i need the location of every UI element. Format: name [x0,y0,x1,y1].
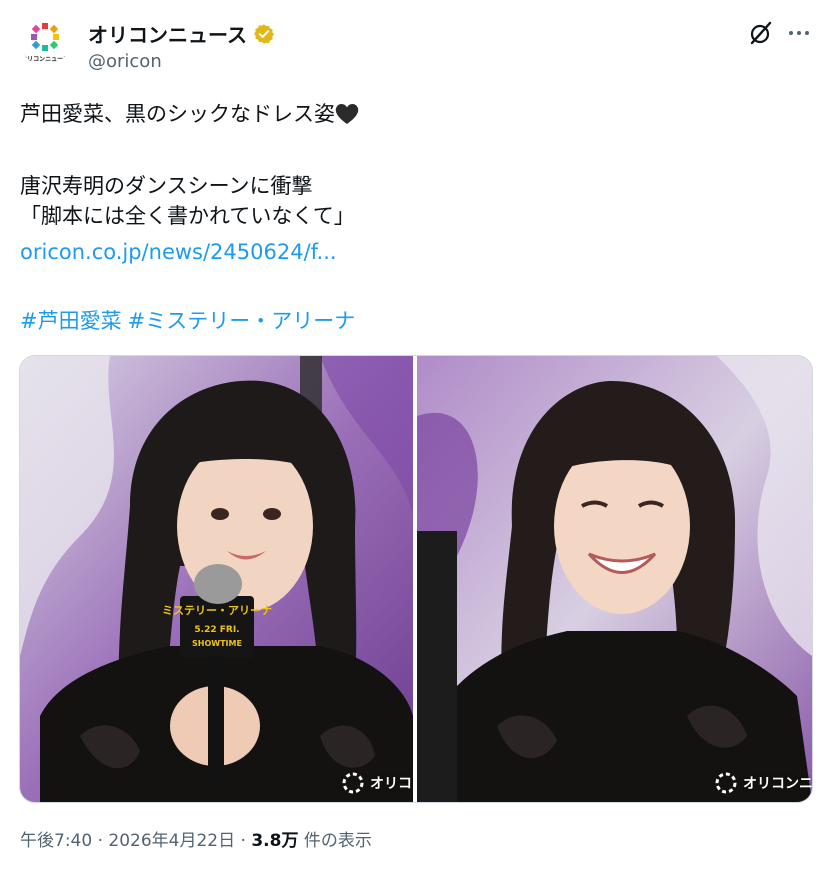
tweet-date[interactable]: 2026年4月22日 [108,831,235,851]
more-icon[interactable] [786,20,812,46]
account-handle[interactable]: @oricon [88,51,162,72]
mic-flag-sub: SHOWTIME [192,639,242,648]
grok-icon[interactable] [748,20,774,46]
photo-left-image: ミステリー・アリーナ 5.22 FRI. SHOWTIME [20,356,413,802]
oricon-watermark-icon [342,772,364,794]
avatar-caption: オリコンニュース [21,56,69,63]
tweet-text-line-2: 唐沢寿明のダンスシーンに衝撃 [20,174,313,198]
verified-badge-icon[interactable] [253,23,275,45]
oricon-watermark-icon [715,772,737,794]
watermark-right-text: オリコンニュー [743,776,812,792]
photo-right[interactable]: オリコンニュー [417,356,812,802]
tweet-headline: 芦田愛菜、黒のシックなドレス姿 [20,102,335,126]
watermark-left: オリコ [342,772,412,794]
watermark-right: オリコンニュー [715,772,812,794]
display-name[interactable]: オリコンニュース [88,19,275,48]
display-name-text[interactable]: オリコンニュース [88,19,247,48]
avatar[interactable]: オリコンニュース [20,16,70,66]
tweet-meta: 午後7:40 · 2026年4月22日 · 3.8万 件の表示 [20,826,372,851]
tweet: オリコンニュース オリコンニュース @oricon 芦田愛菜、黒のシックなドレス… [0,0,829,873]
mic-flag-date: 5.22 FRI. [194,625,239,635]
tweet-text-line-3: 「脚本には全く書かれていなくて」 [20,204,355,228]
article-link[interactable]: oricon.co.jp/news/2450624/f... [20,238,337,266]
views-count: 3.8万 [251,831,299,851]
views-label: 件の表示 [303,831,372,851]
hashtag-ashida-mana[interactable]: #芦田愛菜 [20,309,122,333]
tweet-text-line-1: 芦田愛菜、黒のシックなドレス姿 [20,100,359,128]
hashtags: #芦田愛菜 #ミステリー・アリーナ [20,307,361,335]
hashtag-mystery-arena[interactable]: #ミステリー・アリーナ [128,309,356,333]
meta-separator: · [240,831,246,851]
tweet-time[interactable]: 午後7:40 [20,831,92,851]
meta-separator: · [97,831,103,851]
photo-right-image [417,356,812,802]
black-heart-icon [335,104,359,124]
mic-flag-title: ミステリー・アリーナ [162,604,272,617]
media-grid: ミステリー・アリーナ 5.22 FRI. SHOWTIME オリコ オリコンニ [19,355,813,803]
watermark-left-text: オリコ [370,776,412,792]
photo-left[interactable]: ミステリー・アリーナ 5.22 FRI. SHOWTIME オリコ [20,356,413,802]
